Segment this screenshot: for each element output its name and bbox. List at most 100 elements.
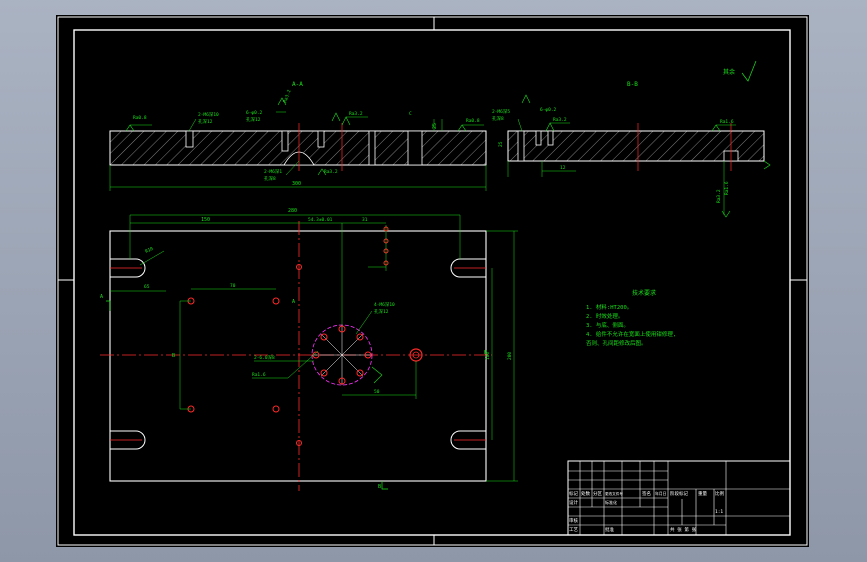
bolt-callout-2: 孔深12 [374,308,389,315]
bb-ra-side-2: Ra3.2 [716,189,722,203]
dim-50-label: 50 [374,389,380,395]
bb-ra-bottom-sym [721,210,731,218]
tb-scale-val: 1:1 [715,509,723,515]
section-b-b[interactable]: B-B 12 25 2-M6深5 孔深8 6-φ0.2 Ra3.2 Ra1.6 … [492,81,771,218]
drawing-sheet[interactable]: A-A 300 25 Ra0.8 2-M6深10 孔深12 6-φ0.2 孔深1… [56,15,809,547]
tb-approve: 批准 [605,526,614,533]
aa-hole-3 [368,130,376,166]
notes-line-2: 2. 时效处理。 [586,312,623,320]
bb-flatness-sym [521,94,531,104]
title-block[interactable]: 标记 处数 分区 更改文件号 签名 年月日 设计 标准化 审核 工艺 批准 阶段… [567,460,791,536]
bb-ra-right: Ra1.6 [720,119,734,125]
plan-outline [109,230,487,482]
tb-scale: 比例 [715,490,724,497]
tb-col6: 年月日 [655,491,667,496]
bb-ra-right-sym [711,124,736,132]
bb-ra-side: Ra1.6 [724,181,730,195]
bolt-callout-1: 4-M6深10 [374,301,395,308]
section-marker-b-bottom: B [378,484,381,490]
rest-roughness-label: 其余 [723,68,735,76]
aa-ra-left-sym [125,124,152,132]
dim-center-label: 54.3±0.01 [308,217,333,223]
aa-callout-2a: 6-φ0.2 [246,110,263,116]
section-a-a[interactable]: A-A 300 25 Ra0.8 2-M6深10 孔深12 6-φ0.2 孔深1… [109,81,487,191]
bb-depth-label: 12 [560,165,566,171]
outer-frame [57,16,808,546]
aa-hole-2 [317,130,325,148]
hole[interactable] [272,405,280,413]
bb-phi: 6-φ0.2 [540,107,557,113]
bb-ra-side-sym [763,160,771,170]
section-marker-a-left-sym [106,300,111,311]
tb-weight: 重量 [698,490,707,497]
drawing-canvas[interactable]: A-A 300 25 Ra0.8 2-M6深10 孔深12 6-φ0.2 孔深1… [56,15,809,547]
tb-standard: 标准化 [605,499,617,505]
r10-leader [139,250,165,266]
aa-hole-4 [407,130,423,166]
notes-line-3: 3. 与底、侧面。 [586,321,629,329]
bb-callout-1b: 孔深8 [492,115,504,122]
section-bb-title: B-B [627,81,638,88]
bb-ra-label: Ra3.2 [553,117,567,123]
r10-label: R10 [144,246,154,255]
aa-ra-mid: Ra3.2 [282,89,292,104]
section-marker-a-right: A [292,299,295,305]
tb-process: 工艺 [569,527,578,533]
aa-hole-5 [281,130,289,152]
aa-ra-right: Ra3.2 [349,111,363,117]
section-marker-b-left: B [172,353,175,359]
tb-col2: 处数 [581,490,590,497]
aa-below-1b: 孔深8 [264,175,276,182]
plan-view[interactable]: 280 150 54.3±0.01 31 70 65 50 180 200 R1… [100,208,518,491]
tb-review: 审核 [569,517,578,524]
aa-ra-far-sym [457,124,484,132]
aa-ra-mid-sym [331,112,341,122]
technical-notes: 技术要求 1. 材料:HT200。 2. 时效处理。 3. 与底、侧面。 4. … [586,289,676,347]
bb-callout-leader [517,118,523,132]
inner-frame [73,29,791,536]
section-aa-title: A-A [292,81,303,88]
pin-callout: 2-6.0深8 [254,354,275,361]
bolt-callout-leader [355,310,373,335]
tb-col4: 更改文件号 [605,491,623,496]
tb-stage: 阶段标记 [670,490,688,497]
tb-col5: 签名 [642,490,651,497]
aa-below-ra: Ra3.2 [324,169,338,175]
aa-below-1a: 2-M6深1 [264,168,282,175]
bb-callout-1a: 2-M6深5 [492,108,510,115]
notes-line-4: 4. 给件不允许在宽面上使用钳修理, [586,330,676,338]
dim-70-label: 70 [230,283,236,289]
pin-ra: Ra1.6 [252,372,266,378]
tb-sheets: 共 张 第 张 [670,526,697,533]
dim-200-label: 200 [507,352,513,360]
plan-ra-right-sym [371,366,383,384]
aa-ra-right-sym [341,116,368,126]
aa-depth-label: C [409,111,412,117]
dim-280-label: 280 [288,208,297,214]
aa-ra-far: Ra0.8 [466,118,480,124]
dim-150-label: 150 [201,217,210,223]
notes-title: 技术要求 [632,289,656,297]
aa-ra-left: Ra0.8 [133,115,147,121]
bb-ra-sym [545,122,570,132]
aa-hole-1 [185,130,194,148]
bb-hole-3 [547,130,554,146]
section-marker-a-left: A [100,294,103,300]
notes-line-1: 1. 材料:HT200。 [586,303,632,311]
hole[interactable] [272,297,280,305]
notes-line-5: 否则、孔间距修改后图。 [586,339,647,347]
bb-hole-2 [535,130,542,146]
aa-callout-2b: 孔深12 [246,116,261,123]
cad-viewport[interactable]: A-A 300 25 Ra0.8 2-M6深10 孔深12 6-φ0.2 孔深1… [0,0,867,562]
aa-callout-1a: 2-M6深10 [198,111,219,118]
tb-design: 设计 [569,499,578,506]
rest-roughness-sym [741,60,757,82]
aa-callout-1-leader [188,118,197,132]
tb-col3: 分区 [593,490,602,497]
aa-width-label: 300 [292,181,301,187]
bb-height-label: 25 [498,141,504,147]
section-marker-b-right: B [484,350,487,356]
dim-65-label: 65 [144,284,150,290]
section-marker-b-bottom-sym [381,481,388,490]
aa-height-label: 25 [432,123,438,129]
